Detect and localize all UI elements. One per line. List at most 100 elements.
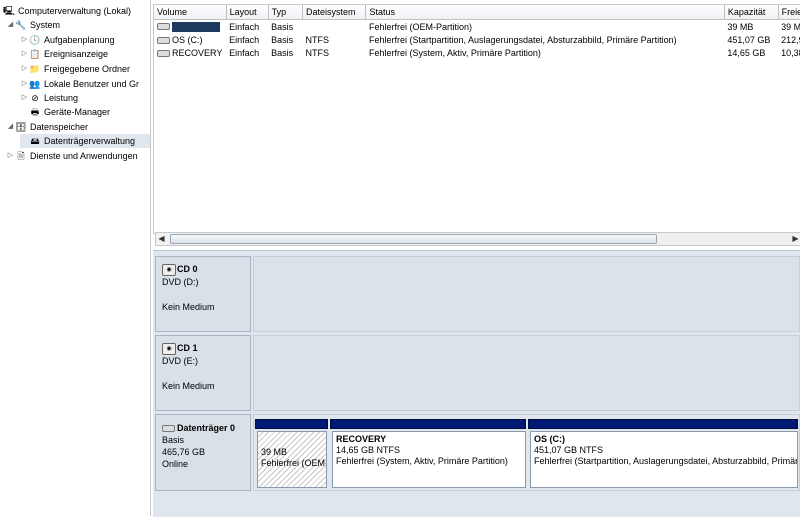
performance-icon: ⊘ — [31, 93, 39, 103]
column-header-kapazitaet[interactable]: Kapazität — [724, 5, 779, 20]
table-row[interactable]: Einfach Basis Fehlerfrei (OEM-Partition)… — [154, 20, 800, 34]
partition-bar-os — [528, 419, 798, 429]
tree-item-datenspeicher[interactable]: ◢ 🗄 Datenspeicher — [6, 120, 88, 134]
typ-cell: Basis — [271, 34, 294, 45]
tree-item-label: Ereignisanzeige — [44, 49, 109, 59]
column-header-typ[interactable]: Typ — [268, 5, 303, 20]
expand-arrow-icon[interactable]: ▷ — [20, 77, 29, 91]
navigation-tree: 🖳 Computerverwaltung (Lokal) ◢ 🔧 System … — [0, 0, 151, 516]
disk-name: Datenträger 0 — [177, 423, 236, 433]
disk-label-cd1[interactable]: ◉ CD 1 DVD (E:) Kein Medium — [155, 335, 251, 411]
status-cell: Fehlerfrei (Startpartition, Auslagerungs… — [368, 34, 677, 45]
tree-item-datentraegerverwaltung[interactable]: 🖴 Datenträgerverwaltung — [20, 134, 150, 148]
expand-arrow-icon[interactable]: ▷ — [20, 33, 29, 47]
partition-status: Fehlerfrei (Startpartition, Auslagerungs… — [534, 456, 798, 466]
tree-item-geraete-manager[interactable]: 🖶 Geräte-Manager — [29, 105, 110, 119]
kapazitaet-cell: 14,65 GB — [727, 47, 766, 58]
table-header-row: Volume Layout Typ Dateisystem Status Kap… — [154, 5, 800, 20]
disk-body-cd0[interactable] — [253, 256, 800, 332]
tree-item-label: Aufgabenplanung — [44, 35, 115, 45]
scrollbar-thumb[interactable] — [170, 234, 657, 244]
status-cell: Fehlerfrei (System, Aktiv, Primäre Parti… — [368, 47, 541, 58]
expand-arrow-icon[interactable]: ◢ — [6, 120, 15, 134]
scroll-right-icon[interactable]: ▶ — [790, 233, 800, 245]
expand-arrow-icon[interactable]: ▷ — [20, 62, 29, 76]
partition-status: Fehlerfrei (OEM-Partition) — [261, 458, 327, 468]
column-header-dateisystem[interactable]: Dateisystem — [302, 5, 367, 20]
disk-type: DVD (D:) — [162, 276, 199, 287]
disk-type: DVD (E:) — [162, 355, 198, 366]
tree-item-leistung[interactable]: ▷ ⊘ Leistung — [20, 91, 78, 105]
disk-status: Kein Medium — [162, 380, 215, 391]
table-row[interactable]: RECOVERY Einfach Basis NTFS Fehlerfrei (… — [154, 46, 800, 59]
expand-arrow-icon[interactable]: ▷ — [20, 91, 29, 105]
layout-cell: Einfach — [229, 34, 260, 45]
scroll-left-icon[interactable]: ◀ — [156, 233, 167, 245]
tree-item-dienste[interactable]: ▷ 🗎 Dienste und Anwendungen — [6, 149, 138, 163]
volume-table: Volume Layout Typ Dateisystem Status Kap… — [154, 5, 800, 59]
partition-bar-recovery — [330, 419, 526, 429]
kapazitaet-cell: 39 MB — [727, 21, 754, 32]
column-header-freier-speicher[interactable]: Freier Speicher — [778, 5, 800, 20]
table-row[interactable]: OS (C:) Einfach Basis NTFS Fehlerfrei (S… — [154, 33, 800, 46]
disk-body-cd1[interactable] — [253, 335, 800, 411]
tree-item-label: Computerverwaltung (Lokal) — [18, 6, 132, 16]
disk-label-cd0[interactable]: ◉ CD 0 DVD (D:) Kein Medium — [155, 256, 251, 332]
horizontal-scrollbar[interactable]: ◀ ▶ — [155, 232, 800, 246]
tree-item-lokale-benutzer[interactable]: ▷ 👥 Lokale Benutzer und Gr — [20, 77, 139, 91]
tree-item-computer-management[interactable]: 🖳 Computerverwaltung (Lokal) — [3, 4, 131, 18]
frei-cell: 10,38 GB — [781, 47, 800, 58]
tree-item-aufgabenplanung[interactable]: ▷ 🕓 Aufgabenplanung — [20, 33, 115, 47]
column-header-layout[interactable]: Layout — [226, 5, 269, 20]
volume-cell: OS (C:) — [154, 33, 226, 46]
volume-name: RECOVERY — [172, 47, 223, 58]
tree-item-label: Geräte-Manager — [44, 107, 111, 117]
column-header-status[interactable]: Status — [365, 5, 725, 20]
expand-arrow-icon[interactable]: ◢ — [6, 18, 15, 32]
disk-graphical-view: ◉ CD 0 DVD (D:) Kein Medium ◉ CD 1 DVD (E:… — [153, 250, 800, 517]
tree-item-label: System — [30, 20, 61, 30]
volume-cell: RECOVERY — [154, 46, 226, 59]
services-icon: 🗎 — [17, 151, 25, 161]
cd-drive-icon: ◉ — [162, 263, 176, 276]
partition-size: 14,65 GB NTFS — [336, 445, 401, 455]
disk-name: CD 0 — [177, 264, 198, 274]
kapazitaet-cell: 451,07 GB — [727, 34, 771, 45]
expand-arrow-icon[interactable]: ▷ — [6, 149, 15, 163]
frei-cell: 212,95 GB — [781, 34, 800, 45]
tree-item-label: Leistung — [44, 93, 79, 103]
partition-os[interactable]: OS (C:) 451,07 GB NTFS Fehlerfrei (Start… — [530, 431, 798, 488]
typ-cell: Basis — [271, 47, 294, 58]
expand-arrow-icon[interactable]: ▷ — [20, 47, 29, 61]
disk-management-icon: 🖴 — [30, 136, 40, 146]
volume-disk-icon — [157, 23, 170, 31]
tree-item-ereignisanzeige[interactable]: ▷ 📋 Ereignisanzeige — [20, 47, 108, 61]
column-header-volume[interactable]: Volume — [154, 5, 227, 20]
volume-disk-icon — [157, 49, 170, 57]
partition-recovery[interactable]: RECOVERY 14,65 GB NTFS Fehlerfrei (Syste… — [332, 431, 526, 488]
partition-bar-oem — [255, 419, 328, 429]
tree-item-system[interactable]: ◢ 🔧 System — [6, 18, 60, 32]
partition-size: 451,07 GB NTFS — [534, 445, 604, 455]
volume-list: Volume Layout Typ Dateisystem Status Kap… — [153, 4, 800, 234]
partition-size: 39 MB — [261, 447, 288, 457]
layout-cell: Einfach — [229, 21, 260, 32]
disk-kind: Basis — [162, 435, 185, 445]
disk-label-disk0[interactable]: Datenträger 0 Basis 465,76 GB Online — [155, 414, 251, 491]
disk-state: Online — [162, 459, 189, 469]
partition-oem[interactable]: 39 MB Fehlerfrei (OEM-Partition) — [257, 431, 327, 488]
cd-drive-icon: ◉ — [162, 342, 176, 355]
volume-name-selected — [172, 21, 220, 32]
typ-cell: Basis — [271, 21, 294, 32]
tree-item-label: Datenträgerverwaltung — [44, 136, 136, 146]
frei-cell: 39 MB — [781, 21, 800, 32]
users-icon: 👥 — [29, 79, 41, 89]
status-cell: Fehlerfrei (OEM-Partition) — [368, 21, 472, 32]
disk-status: Kein Medium — [162, 301, 215, 312]
event-viewer-icon: 📋 — [29, 49, 41, 59]
tree-item-freigegebene-ordner[interactable]: ▷ 📁 Freigegebene Ordner — [20, 62, 130, 76]
disk-size: 465,76 GB — [162, 447, 206, 457]
partition-title: OS (C:) — [534, 434, 565, 444]
dateisystem-cell: NTFS — [305, 34, 329, 45]
partition-status: Fehlerfrei (System, Aktiv, Primäre Parti… — [336, 456, 508, 466]
